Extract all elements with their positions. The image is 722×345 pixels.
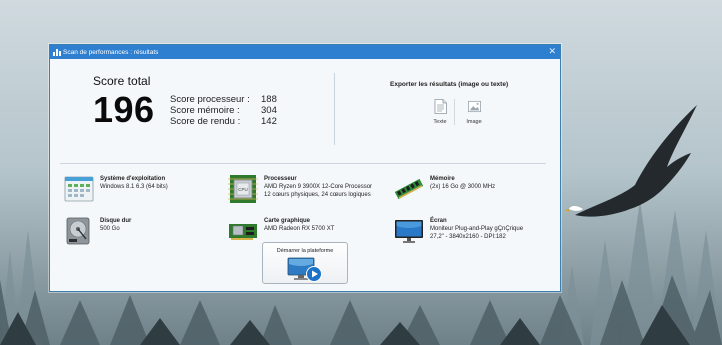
start-platform-button[interactable]: Démarrer la plateforme: [262, 242, 348, 284]
cpu-icon: CPU: [228, 175, 258, 203]
cpu-title: Processeur: [264, 176, 297, 182]
gpu-detail: AMD Radeon RX 5700 XT: [264, 226, 335, 232]
svg-text:CPU: CPU: [238, 187, 248, 192]
monitor-play-icon: [287, 257, 322, 282]
screen-text: Écran Moniteur Plug-and-Play gÇnÇrique 2…: [430, 217, 523, 245]
ram-icon: [394, 178, 424, 200]
os-text: Système d'exploitation Windows 8.1 6.3 (…: [100, 175, 168, 203]
disk-text: Disque dur 500 Go: [100, 217, 131, 245]
cpu-info: CPU Processeur AMD Ryzen 9 3900X 12-Core…: [228, 175, 372, 203]
export-text-label: Texte: [433, 119, 447, 125]
monitor-icon: [395, 220, 423, 243]
gpu-title: Carte graphique: [264, 218, 311, 224]
os-detail: Windows 8.1 6.3 (64 bits): [100, 184, 168, 190]
score-label: Score processeur :: [170, 94, 250, 105]
os-info: Système d'exploitation Windows 8.1 6.3 (…: [64, 175, 168, 203]
cpu-text: Processeur AMD Ryzen 9 3900X 12-Core Pro…: [264, 175, 372, 203]
score-total-label: Score total: [93, 74, 151, 88]
export-title: Exporter les résultats (image ou texte): [390, 81, 509, 88]
results-content: Score total 196 Score processeur : 188 S…: [50, 59, 560, 291]
ram-title: Mémoire: [430, 176, 455, 182]
score-row-cpu: Score processeur : 188: [170, 94, 277, 105]
export-image-label: Image: [466, 119, 482, 125]
score-value: 142: [261, 116, 277, 127]
hard-disk-icon: [66, 217, 90, 245]
cpu-detail: AMD Ryzen 9 3900X 12-Core Processor: [264, 184, 373, 190]
close-icon[interactable]: ✕: [548, 46, 556, 57]
gpu-info: Carte graphique AMD Radeon RX 5700 XT: [228, 217, 334, 245]
score-row-render: Score de rendu : 142: [170, 116, 277, 127]
ram-text: Mémoire (2x) 16 Go @ 3000 MHz: [430, 175, 495, 203]
os-title: Système d'exploitation: [100, 176, 166, 182]
image-file-icon: [467, 100, 481, 113]
window-titlebar[interactable]: Scan de performances : résultats ✕: [50, 45, 560, 59]
screen-title: Écran: [430, 218, 447, 224]
export-divider: [454, 99, 455, 125]
text-file-icon: [434, 99, 447, 114]
disk-info: Disque dur 500 Go: [64, 217, 131, 245]
screen-info: Écran Moniteur Plug-and-Play gÇnÇrique 2…: [394, 217, 523, 245]
cpu-detail-cores: 12 cœurs physiques, 24 cœurs logiques: [264, 192, 371, 198]
screen-detail: Moniteur Plug-and-Play gÇnÇrique: [430, 226, 524, 232]
screen-detail-resolution: 27,2" - 3840x2160 - DPI:182: [430, 234, 506, 240]
score-value: 188: [261, 94, 277, 105]
score-breakdown: Score processeur : 188 Score mémoire : 3…: [170, 94, 277, 127]
window-title: Scan de performances : résultats: [63, 48, 159, 56]
ram-detail: (2x) 16 Go @ 3000 MHz: [430, 184, 496, 190]
score-label: Score mémoire :: [170, 105, 240, 116]
disk-title: Disque dur: [100, 218, 132, 224]
ram-info: Mémoire (2x) 16 Go @ 3000 MHz: [394, 175, 495, 203]
gpu-text: Carte graphique AMD Radeon RX 5700 XT: [264, 217, 334, 245]
windows-os-icon: [64, 176, 94, 202]
export-image-button[interactable]: Image: [459, 99, 489, 125]
horizontal-divider: [60, 163, 546, 164]
vertical-divider: [334, 73, 335, 145]
performance-results-window: Scan de performances : résultats ✕ Score…: [49, 44, 561, 292]
export-text-button[interactable]: Texte: [425, 99, 455, 125]
start-platform-label: Démarrer la plateforme: [276, 248, 334, 254]
graphics-card-icon: [229, 224, 257, 240]
disk-detail: 500 Go: [100, 226, 120, 232]
score-total-value: 196: [93, 89, 155, 130]
score-value: 304: [261, 105, 277, 116]
app-icon: [53, 48, 61, 56]
score-label: Score de rendu :: [170, 116, 241, 127]
score-row-memory: Score mémoire : 304: [170, 105, 277, 116]
